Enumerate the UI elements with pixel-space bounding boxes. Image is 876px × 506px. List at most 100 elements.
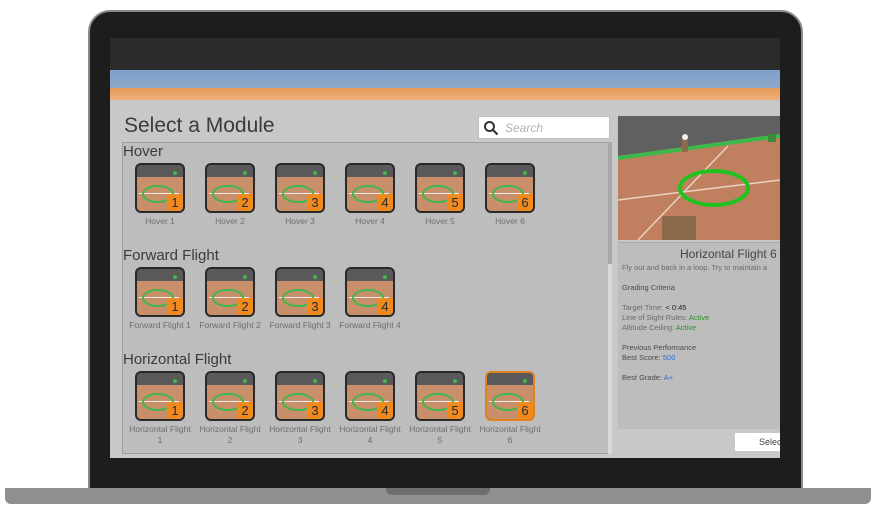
module-number-badge: 1 [167,194,183,211]
best-score-label: Best Score: [622,353,661,362]
module-list-scrollbar[interactable] [608,142,612,454]
marker-dot [383,275,387,279]
marker-dot [383,379,387,383]
module-tile[interactable]: 3 Forward Flight 3 [267,267,333,331]
los-label: Line of Sight Rules: [622,313,688,322]
module-preview-image [618,116,780,240]
module-label: Forward Flight 3 [269,320,331,330]
target-time-row: Target Time: < 0:45 [622,303,686,312]
module-tile[interactable]: 2 Forward Flight 2 [197,267,263,331]
app-screen: Select a Module Search Hover 1 Hover 1 2 Hov… [110,38,780,458]
marker-dot [313,379,317,383]
select-button[interactable]: Selec [734,432,780,452]
module-number-badge: 3 [307,194,323,211]
marker-dot [313,171,317,175]
module-tile[interactable]: 5 Hover 5 [407,163,473,227]
module-number-badge: 5 [447,194,463,211]
module-details-panel: Horizontal Flight 6 Fly out and back in … [618,242,780,429]
module-label: Horizontal Flight 4 [339,424,401,445]
module-thumbnail: 4 [345,267,395,317]
module-tile[interactable]: 4 Horizontal Flight 4 [337,371,403,446]
module-thumbnail: 3 [275,267,325,317]
altitude-label: Altitude Ceiling: [622,323,675,332]
search-icon [484,121,499,136]
module-tile[interactable]: 4 Forward Flight 4 [337,267,403,331]
los-row: Line of Sight Rules: Active [622,313,709,322]
search-input[interactable]: Search [478,116,610,139]
group-title: Horizontal Flight [123,351,232,368]
marker-dot [243,171,247,175]
group-title: Hover [123,143,164,160]
module-list[interactable]: Hover 1 Hover 1 2 Hover 2 3 Hover 3 4 Hover 4 5 Ho… [122,142,612,454]
target-time-label: Target Time: [622,303,664,312]
module-label: Hover 6 [495,216,525,226]
module-number-badge: 2 [237,298,253,315]
module-tile[interactable]: 2 Hover 2 [197,163,263,227]
module-label: Forward Flight 4 [339,320,401,330]
module-thumbnail: 3 [275,371,325,421]
module-tile[interactable]: 2 Horizontal Flight 2 [197,371,263,446]
module-number-badge: 2 [237,402,253,419]
header-orange-strip [110,88,780,100]
group-title: Forward Flight [123,247,219,264]
module-thumbnail: 4 [345,163,395,213]
marker-dot [523,379,527,383]
marker-dot [243,379,247,383]
module-label: Horizontal Flight 3 [269,424,331,445]
marker-dot [173,171,177,175]
grading-criteria-header: Grading Criteria [622,283,675,292]
module-number-badge: 6 [517,402,533,419]
page-title: Select a Module [124,114,275,137]
module-number-badge: 3 [307,402,323,419]
laptop-notch [386,488,490,495]
module-label: Hover 1 [145,216,175,226]
module-tile[interactable]: 1 Hover 1 [127,163,193,227]
search-placeholder: Search [505,121,544,135]
module-tile[interactable]: 6 Horizontal Flight 6 [477,371,543,446]
module-label: Horizontal Flight 1 [129,424,191,445]
top-bar [110,38,780,70]
marker-dot [453,379,457,383]
module-number-badge: 4 [377,298,393,315]
module-label: Hover 2 [215,216,245,226]
module-label: Horizontal Flight 5 [409,424,471,445]
module-thumbnail: 6 [485,371,535,421]
header-sky-strip [110,70,780,88]
marker-dot [173,275,177,279]
module-thumbnail: 2 [205,371,255,421]
altitude-row: Altitude Ceiling: Active [622,323,696,332]
module-thumbnail: 2 [205,267,255,317]
module-thumbnail: 1 [135,267,185,317]
module-tile[interactable]: 6 Hover 6 [477,163,543,227]
module-label: Hover 4 [355,216,385,226]
los-value: Active [688,313,710,322]
module-thumbnail: 1 [135,163,185,213]
best-score-value: 500 [662,353,676,362]
best-grade-value: A+ [663,373,674,382]
marker-dot [383,171,387,175]
scrollbar-thumb[interactable] [608,264,612,454]
module-tile[interactable]: 3 Horizontal Flight 3 [267,371,333,446]
module-thumbnail: 3 [275,163,325,213]
module-tile[interactable]: 3 Hover 3 [267,163,333,227]
best-grade-row: Best Grade: A+ [622,373,673,382]
marker-dot [313,275,317,279]
module-label: Forward Flight 1 [129,320,191,330]
module-tile[interactable]: 1 Forward Flight 1 [127,267,193,331]
module-thumbnail: 1 [135,371,185,421]
module-number-badge: 1 [167,298,183,315]
marker-dot [173,379,177,383]
module-label: Hover 3 [285,216,315,226]
module-label: Forward Flight 2 [199,320,261,330]
module-number-badge: 3 [307,298,323,315]
module-label: Hover 5 [425,216,455,226]
module-tile[interactable]: 1 Horizontal Flight 1 [127,371,193,446]
details-description: Fly out and back in a loop. Try to maint… [622,263,768,272]
module-tile[interactable]: 4 Hover 4 [337,163,403,227]
module-tile[interactable]: 5 Horizontal Flight 5 [407,371,473,446]
module-thumbnail: 5 [415,371,465,421]
best-score-row: Best Score: 500 [622,353,675,362]
module-number-badge: 4 [377,194,393,211]
module-label: Horizontal Flight 6 [479,424,541,445]
details-title: Horizontal Flight 6 [680,247,777,261]
